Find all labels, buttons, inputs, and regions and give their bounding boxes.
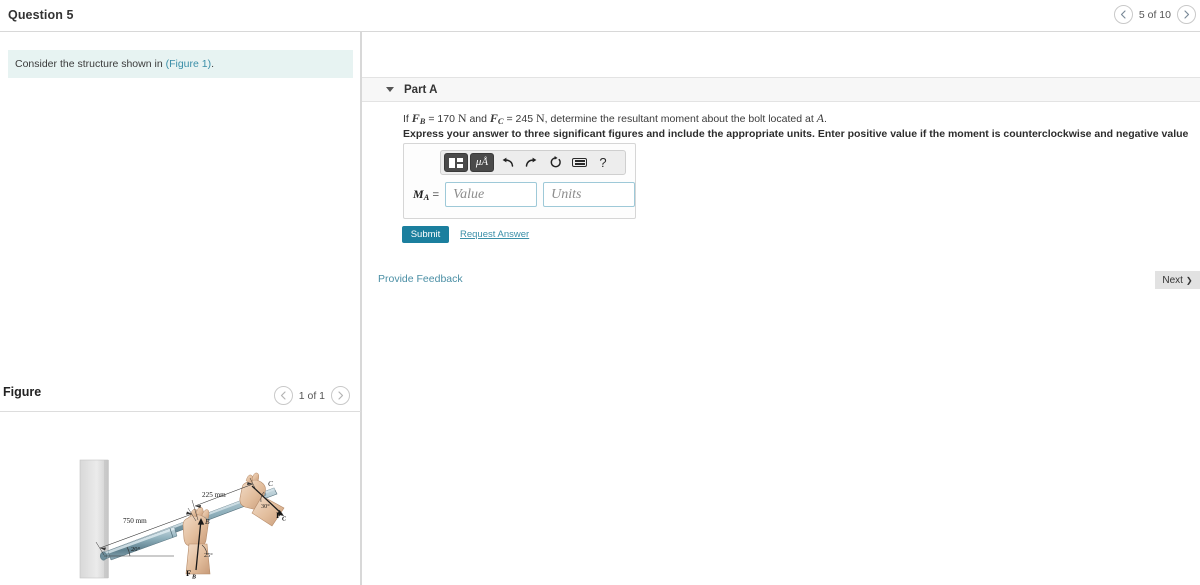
column-divider	[361, 32, 362, 585]
question-page: Question 5 5 of 10 Consider the structur…	[0, 0, 1200, 585]
right-panel: Part A If FB = 170 N and FC = 245 N, det…	[362, 32, 1200, 585]
svg-text:F: F	[276, 510, 281, 520]
force-c-symbol: F	[489, 111, 498, 125]
moment-symbol: M	[413, 187, 424, 201]
problem-statement-prefix: Consider the structure shown in	[15, 58, 166, 70]
answer-entry-box: μÅ ? MA = Value Units	[403, 143, 636, 219]
figure-header: Figure 1 of 1	[0, 380, 361, 410]
figure-divider	[0, 411, 361, 412]
problem-statement-suffix: .	[211, 58, 215, 70]
template-glyph	[449, 157, 463, 169]
svg-text:C: C	[282, 517, 287, 523]
next-button-label: Next	[1162, 274, 1183, 286]
angle-25-label: 25°	[204, 552, 213, 559]
figure-1-link[interactable]: (Figure 1)	[166, 58, 212, 70]
question-mid: and	[466, 113, 490, 125]
chevron-right-icon	[1183, 10, 1189, 19]
problem-statement-banner: Consider the structure shown in (Figure …	[8, 50, 353, 78]
top-bar: Question 5 5 of 10	[0, 0, 1200, 32]
help-question-icon[interactable]: ?	[592, 153, 614, 172]
provide-feedback-link[interactable]: Provide Feedback	[378, 273, 463, 285]
redo-arrow-icon[interactable]	[520, 153, 542, 172]
equals-sign: =	[432, 187, 440, 201]
redo-glyph	[525, 157, 536, 167]
caret-down-icon[interactable]	[386, 87, 394, 92]
keyboard-glyph	[571, 158, 587, 167]
request-answer-link[interactable]: Request Answer	[460, 229, 529, 240]
answer-units-input[interactable]	[543, 182, 636, 207]
question-pagination: 5 of 10	[1113, 5, 1196, 24]
submit-button[interactable]: Submit	[402, 226, 449, 243]
force-b-symbol: F	[411, 111, 420, 125]
answer-value-input[interactable]	[445, 182, 538, 207]
force-b-value: = 170	[425, 113, 458, 125]
chevron-right-icon: ❯	[1185, 275, 1193, 285]
question-lead: If	[403, 113, 412, 125]
part-a-header[interactable]: Part A	[362, 77, 1200, 102]
units-glyph: μÅ	[475, 156, 489, 168]
part-a-label: Part A	[404, 84, 438, 96]
figure-pagination-label: 1 of 1	[298, 389, 325, 402]
figure-heading: Figure	[3, 385, 42, 399]
reset-glyph	[550, 156, 561, 168]
math-template-icon[interactable]	[444, 153, 468, 172]
prev-question-button[interactable]	[1113, 5, 1133, 24]
statics-bar-diagram: 750 mm 225 mm 20° 25° 30° B C F B F C	[79, 459, 287, 581]
next-question-button[interactable]	[1177, 5, 1196, 24]
svg-text:F: F	[186, 568, 191, 578]
keyboard-icon[interactable]	[568, 153, 590, 172]
bar-sleeve	[107, 526, 178, 561]
chevron-left-icon	[1121, 10, 1126, 19]
undo-glyph	[502, 157, 513, 167]
left-panel: Consider the structure shown in (Figure …	[0, 32, 361, 585]
chevron-left-icon	[281, 391, 286, 400]
question-pagination-label: 5 of 10	[1138, 8, 1171, 21]
force-c-value: = 245	[503, 113, 536, 125]
angle-30-label: 30°	[261, 503, 270, 510]
angle-20-label: 20°	[131, 546, 141, 553]
question-tail: , determine the resultant moment about t…	[544, 113, 817, 125]
unit-newton-1: N	[457, 111, 467, 125]
page-title: Question 5	[8, 8, 74, 22]
undo-arrow-icon[interactable]	[496, 153, 518, 172]
chevron-right-icon	[337, 391, 343, 400]
math-toolbar: μÅ ?	[440, 150, 626, 175]
dimension-225mm-label: 225 mm	[202, 491, 226, 499]
unit-newton-2: N	[535, 111, 545, 125]
svg-text:B: B	[191, 575, 196, 581]
moment-label: MA =	[413, 187, 439, 202]
point-a-symbol: A	[816, 111, 824, 125]
figure-image[interactable]: 750 mm 225 mm 20° 25° 30° B C F B F C	[78, 450, 293, 580]
prev-figure-button[interactable]	[273, 386, 293, 405]
problem-statement-text: Consider the structure shown in (Figure …	[15, 58, 214, 70]
next-figure-button[interactable]	[331, 386, 350, 405]
answer-row: MA =	[413, 182, 636, 207]
point-b-label: B	[205, 517, 210, 526]
reset-circle-icon[interactable]	[544, 153, 566, 172]
dimension-750mm: 750 mm	[95, 507, 197, 556]
question-period: .	[824, 113, 827, 125]
micro-angstrom-units-icon[interactable]: μÅ	[470, 153, 494, 172]
figure-pagination: 1 of 1	[273, 386, 350, 405]
moment-subscript: A	[423, 192, 430, 202]
dimension-750mm-label: 750 mm	[123, 517, 147, 525]
next-button[interactable]: Next ❯	[1155, 271, 1200, 289]
point-c-label: C	[268, 479, 274, 488]
